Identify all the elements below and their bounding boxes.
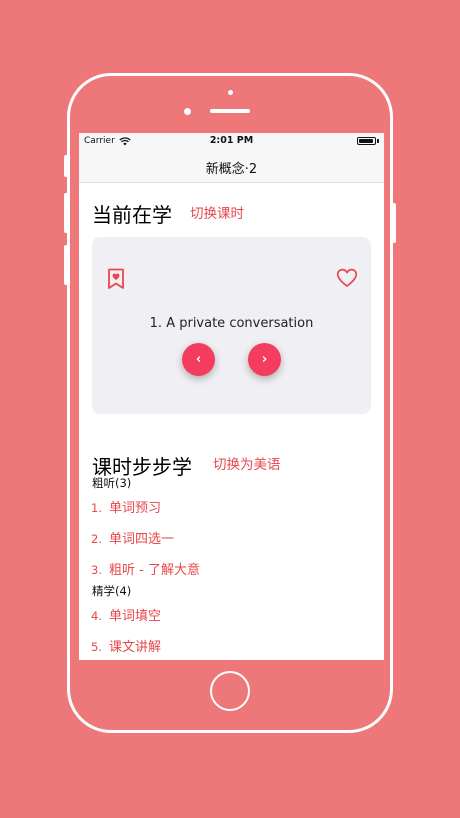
status-bar: Carrier 2:01 PM xyxy=(79,133,384,149)
phone-sensor xyxy=(228,90,233,95)
current-lesson-card: 1. A private conversation ‹ › xyxy=(92,237,371,414)
phone-camera xyxy=(184,108,191,115)
step-label: 课文讲解 xyxy=(108,640,161,655)
step-number: 3. xyxy=(91,563,102,577)
navigation-bar: 新概念·2 xyxy=(79,149,384,183)
step-item-text-explanation[interactable]: 5. 课文讲解 xyxy=(91,636,161,655)
switch-accent-link[interactable]: 切换为美语 xyxy=(213,453,281,473)
phone-power-button xyxy=(392,203,396,243)
step-number: 2. xyxy=(91,532,102,546)
switch-lesson-link[interactable]: 切换课时 xyxy=(190,202,244,222)
step-label: 单词预习 xyxy=(108,501,161,516)
phone-volume-down xyxy=(64,245,68,285)
app-screen: Carrier 2:01 PM 新概念·2 当前在学 切换课时 1. A pri… xyxy=(79,133,384,660)
step-label: 粗听 - 了解大意 xyxy=(108,563,200,578)
phone-speaker xyxy=(210,109,250,113)
step-item-vocab-quiz[interactable]: 2. 单词四选一 xyxy=(91,528,174,547)
previous-lesson-button[interactable]: ‹ xyxy=(182,343,215,376)
step-number: 4. xyxy=(91,609,102,623)
phone-home-button[interactable] xyxy=(210,671,250,711)
heart-icon[interactable] xyxy=(336,268,358,288)
battery-level xyxy=(359,139,373,143)
step-label: 单词填空 xyxy=(108,609,161,624)
bookmark-heart-icon[interactable] xyxy=(107,268,125,290)
step-number: 1. xyxy=(91,501,102,515)
phone-mute-switch xyxy=(64,155,68,177)
phone-volume-up xyxy=(64,193,68,233)
step-number: 5. xyxy=(91,640,102,654)
step-label: 单词四选一 xyxy=(108,532,174,547)
group-label-rough-listening: 粗听(3) xyxy=(92,476,132,490)
status-time: 2:01 PM xyxy=(209,135,254,146)
nav-title: 新概念·2 xyxy=(205,162,258,177)
step-item-fill-blanks[interactable]: 4. 单词填空 xyxy=(91,605,161,624)
group-label-intensive-study: 精学(4) xyxy=(92,584,132,598)
step-item-vocab-preview[interactable]: 1. 单词预习 xyxy=(91,497,161,516)
battery-icon xyxy=(357,137,376,145)
next-lesson-button[interactable]: › xyxy=(248,343,281,376)
current-section-title: 当前在学 xyxy=(92,203,172,227)
step-item-rough-listening[interactable]: 3. 粗听 - 了解大意 xyxy=(91,559,200,578)
battery-tip xyxy=(377,139,379,143)
lesson-title: 1. A private conversation xyxy=(149,316,314,331)
